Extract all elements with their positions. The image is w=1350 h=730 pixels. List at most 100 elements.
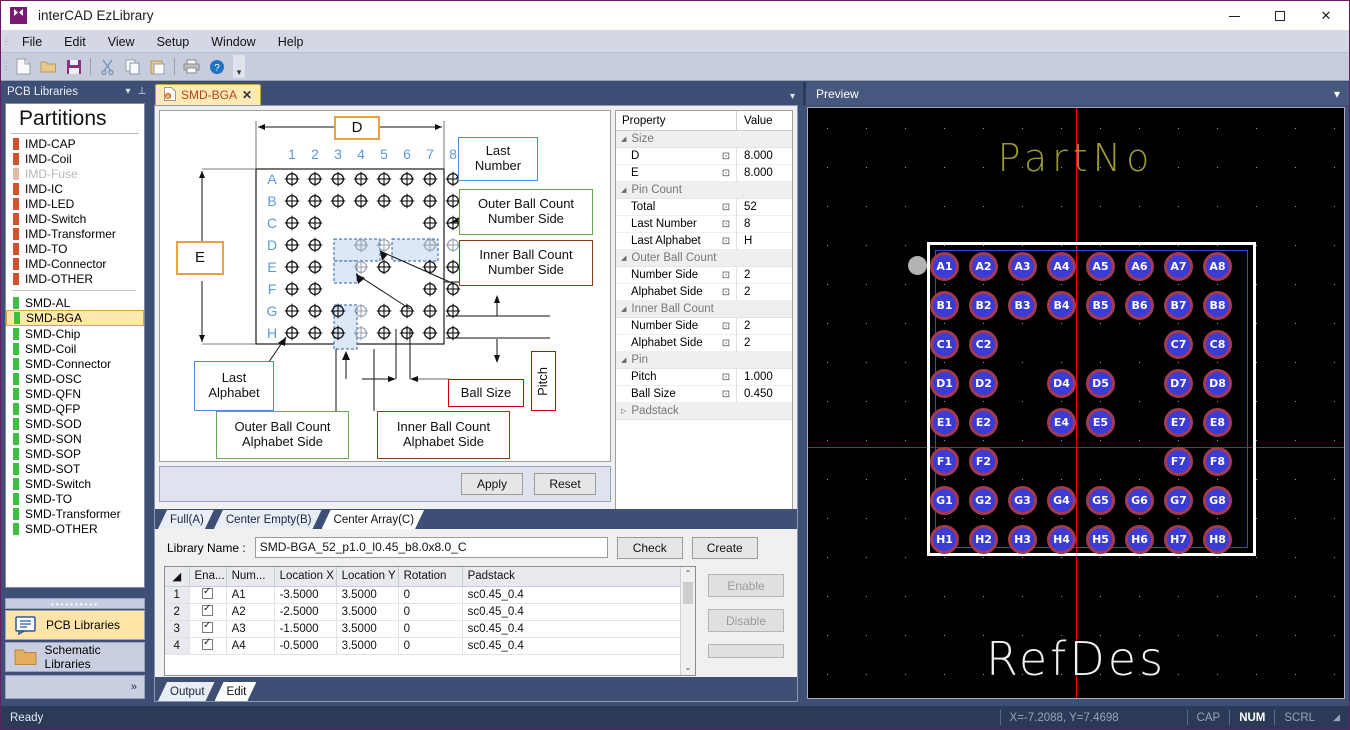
chevron-right-icon[interactable]: » — [131, 681, 137, 693]
partition-item-imd-connector[interactable]: IMD-Connector — [6, 256, 144, 271]
property-edit-icon[interactable]: ⊡ — [716, 287, 736, 298]
chevron-down-icon[interactable]: ▾ — [1334, 87, 1340, 101]
column-number[interactable]: Num... — [226, 567, 275, 587]
enabled-checkbox-cell[interactable] — [189, 620, 227, 638]
preview-pad-h7[interactable]: H7 — [1164, 525, 1193, 554]
partition-item-imd-fuse[interactable]: IMD-Fuse — [6, 166, 144, 181]
menu-window[interactable]: Window — [200, 31, 266, 53]
library-name-input[interactable]: SMD-BGA_52_p1.0_l0.45_b8.0x8.0_C — [254, 537, 608, 558]
preview-pad-c7[interactable]: C7 — [1164, 330, 1193, 359]
preview-pad-b2[interactable]: B2 — [969, 291, 998, 320]
preview-pad-e1[interactable]: E1 — [930, 408, 959, 437]
property-edit-icon[interactable]: ⊡ — [716, 236, 736, 247]
preview-pad-g4[interactable]: G4 — [1047, 486, 1076, 515]
enabled-checkbox[interactable] — [202, 603, 214, 616]
preview-pad-e8[interactable]: E8 — [1203, 408, 1232, 437]
preview-pad-a8[interactable]: A8 — [1203, 252, 1232, 281]
partition-item-imd-coil[interactable]: IMD-Coil — [6, 151, 144, 166]
preview-pad-c8[interactable]: C8 — [1203, 330, 1232, 359]
check-button[interactable]: Check — [616, 536, 683, 559]
column-location-y[interactable]: Location Y — [336, 567, 399, 587]
property-category-inner-ball-count[interactable]: ◢ Inner Ball Count — [616, 301, 792, 318]
enabled-checkbox-cell[interactable] — [189, 603, 227, 621]
close-button[interactable]: ✕ — [1303, 1, 1349, 31]
property-value[interactable]: 2 — [736, 266, 792, 284]
dock-resize-grip[interactable]: •••••••••• — [5, 598, 145, 609]
property-edit-icon[interactable]: ⊡ — [716, 151, 736, 162]
enabled-checkbox-cell[interactable] — [189, 637, 227, 655]
copy-icon[interactable] — [121, 55, 144, 78]
preview-canvas[interactable]: PartNo RefDes A1 A2 A3 A4 A5 A6 A7 A8 B1 B2 B3 B4 B5… — [807, 107, 1345, 699]
preview-pad-c2[interactable]: C2 — [969, 330, 998, 359]
create-button[interactable]: Create — [691, 536, 758, 559]
property-edit-icon[interactable]: ⊡ — [716, 372, 736, 383]
preview-pad-h1[interactable]: H1 — [930, 525, 959, 554]
property-row[interactable]: D ⊡ 8.000 — [616, 147, 792, 165]
property-edit-icon[interactable]: ⊡ — [716, 219, 736, 230]
preview-pad-f2[interactable]: F2 — [969, 447, 998, 476]
document-tab-smd-bga[interactable]: B SMD-BGA ✕ — [155, 84, 262, 105]
property-edit-icon[interactable]: ⊡ — [716, 270, 736, 281]
close-icon[interactable]: ✕ — [242, 88, 252, 102]
preview-pad-g5[interactable]: G5 — [1086, 486, 1115, 515]
dock-button-pcb-libraries[interactable]: PCB Libraries — [5, 610, 145, 640]
resize-grip-icon[interactable]: ◢ — [1324, 712, 1349, 723]
partition-item-smd-son[interactable]: SMD-SON — [6, 431, 144, 446]
table-row[interactable]: 3 A3-1.50003.50000sc0.45_0.4 — [165, 620, 695, 638]
partition-item-smd-chip[interactable]: SMD-Chip — [6, 326, 144, 341]
chevron-down-icon[interactable]: ▾ — [121, 86, 135, 97]
extra-button[interactable] — [708, 644, 784, 658]
partition-item-imd-switch[interactable]: IMD-Switch — [6, 211, 144, 226]
property-category-pin-count[interactable]: ◢ Pin Count — [616, 182, 792, 199]
enabled-checkbox[interactable] — [202, 620, 214, 633]
preview-pad-d1[interactable]: D1 — [930, 369, 959, 398]
partition-item-imd-ic[interactable]: IMD-IC — [6, 181, 144, 196]
preview-pad-a6[interactable]: A6 — [1125, 252, 1154, 281]
maximize-button[interactable] — [1257, 1, 1303, 31]
partition-item-smd-to[interactable]: SMD-TO — [6, 491, 144, 506]
preview-pad-d8[interactable]: D8 — [1203, 369, 1232, 398]
tab-edit[interactable]: Edit — [215, 682, 257, 701]
property-category-size[interactable]: ◢ Size — [616, 131, 792, 148]
preview-pad-a1[interactable]: A1 — [930, 252, 959, 281]
enabled-checkbox-cell[interactable] — [189, 586, 227, 604]
preview-pad-a7[interactable]: A7 — [1164, 252, 1193, 281]
property-value[interactable]: 1.000 — [736, 368, 792, 386]
preview-pad-b5[interactable]: B5 — [1086, 291, 1115, 320]
partition-item-imd-led[interactable]: IMD-LED — [6, 196, 144, 211]
column-location-x[interactable]: Location X — [274, 567, 337, 587]
partition-item-smd-qfp[interactable]: SMD-QFP — [6, 401, 144, 416]
partition-item-smd-switch[interactable]: SMD-Switch — [6, 476, 144, 491]
preview-pad-b1[interactable]: B1 — [930, 291, 959, 320]
preview-pad-b6[interactable]: B6 — [1125, 291, 1154, 320]
menu-help[interactable]: Help — [267, 31, 315, 53]
preview-pad-c1[interactable]: C1 — [930, 330, 959, 359]
preview-pad-b4[interactable]: B4 — [1047, 291, 1076, 320]
partition-item-smd-connector[interactable]: SMD-Connector — [6, 356, 144, 371]
table-row[interactable]: 2 A2-2.50003.50000sc0.45_0.4 — [165, 603, 695, 621]
column-enabled[interactable]: Ena... — [189, 567, 227, 587]
toolbar-overflow-button[interactable]: ▾ — [233, 55, 245, 78]
new-icon[interactable] — [12, 55, 35, 78]
preview-pad-a3[interactable]: A3 — [1008, 252, 1037, 281]
property-edit-icon[interactable]: ⊡ — [716, 321, 736, 332]
save-icon[interactable] — [62, 55, 85, 78]
partition-item-imd-to[interactable]: IMD-TO — [6, 241, 144, 256]
property-value[interactable]: 2 — [736, 283, 792, 301]
collapse-icon[interactable]: ▷ — [621, 407, 626, 415]
print-icon[interactable] — [180, 55, 203, 78]
chevron-down-icon[interactable]: ▾ — [790, 91, 795, 102]
property-row[interactable]: Number Side ⊡ 2 — [616, 317, 792, 335]
preview-pad-h8[interactable]: H8 — [1203, 525, 1232, 554]
enabled-checkbox[interactable] — [202, 586, 214, 599]
menu-file[interactable]: File — [11, 31, 53, 53]
column-rotation[interactable]: Rotation — [398, 567, 463, 587]
preview-pad-h5[interactable]: H5 — [1086, 525, 1115, 554]
property-edit-icon[interactable]: ⊡ — [716, 202, 736, 213]
property-value[interactable]: 8 — [736, 215, 792, 233]
property-category-padstack[interactable]: ▷ Padstack — [616, 403, 792, 420]
preview-pad-e2[interactable]: E2 — [969, 408, 998, 437]
property-row[interactable]: Last Alphabet ⊡ H — [616, 232, 792, 250]
preview-pad-d2[interactable]: D2 — [969, 369, 998, 398]
preview-pad-f1[interactable]: F1 — [930, 447, 959, 476]
